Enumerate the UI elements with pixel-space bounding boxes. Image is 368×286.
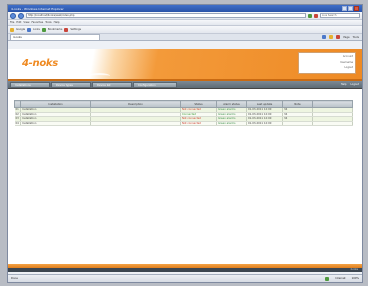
user-info-box: Account Username Logout [298,52,356,74]
col-note[interactable]: Note [282,100,313,108]
close-button[interactable] [354,6,359,11]
col-description[interactable]: Description [90,100,181,108]
empty-cell [180,240,217,246]
menu-tools[interactable]: Tools [45,21,51,24]
home-icon[interactable] [322,35,327,39]
internet-zone-icon [325,276,330,281]
maximize-button[interactable] [348,6,353,11]
empty-cell [246,240,283,246]
tab-strip: 4-noks Page Tools [8,34,362,41]
zoom-level[interactable]: 100% [352,277,359,280]
nav-installations[interactable]: Installations [10,81,50,88]
app-logo: 4-noks [22,58,58,69]
nav-logout[interactable]: Logout [350,83,359,86]
page-menu[interactable]: Page [343,36,349,39]
toolbar: Google Links Bookmarks Settings [8,26,362,34]
title-bar: 4-noks - Windows Internet Explorer [8,5,362,12]
menu-help[interactable]: Help [54,21,60,24]
feed-icon[interactable] [329,35,334,39]
window-title: 4-noks - Windows Internet Explorer [11,6,64,11]
bookmark-links[interactable]: Links [33,28,40,31]
browser-window: 4-noks - Windows Internet Explorer http:… [7,4,363,283]
bookmark-bookmarks[interactable]: Bookmarks [48,28,63,31]
logo-swoosh [88,73,110,79]
nav-device-types[interactable]: Device types [51,81,91,88]
app-header: 4-noks Account Username Logout [8,49,362,81]
col-extra[interactable] [312,100,353,108]
empty-cell [90,240,181,246]
back-icon[interactable] [10,12,16,19]
menu-edit[interactable]: Edit [16,21,21,24]
info-logout[interactable]: Logout [301,65,353,71]
stop-icon[interactable] [314,13,318,18]
nav-help[interactable]: Help [341,83,347,86]
col-last-update[interactable]: Last update [246,100,283,108]
empty-cell [312,240,353,246]
status-text: Done [11,277,18,280]
table-header-row: Installation Description Status Alarm st… [14,100,353,108]
installations-table: Installation Description Status Alarm st… [14,100,353,260]
search-input[interactable]: Live Search [320,13,360,18]
menu-favorites[interactable]: Favorites [32,21,44,24]
menu-view[interactable]: View [23,21,29,24]
forward-icon[interactable] [18,12,24,19]
address-bar[interactable]: http://localhost/4noks/web/index.php [26,13,306,18]
nav-configuration[interactable]: Configuration [133,81,177,88]
empty-cell [20,240,91,246]
empty-row [14,240,353,246]
col-status[interactable]: Status [180,100,217,108]
refresh-icon[interactable] [308,13,312,18]
web-page: 4-noks Account Username Logout Installat… [8,49,362,272]
browser-tab[interactable]: 4-noks [10,34,100,40]
tools-menu[interactable]: Tools [353,36,359,39]
empty-cell [216,240,247,246]
status-bar: Done Internet 100% [8,274,362,282]
app-nav: Installations Device types Device list C… [8,81,362,89]
footer-bar: 4-noks [8,268,362,272]
globe-icon [27,27,32,32]
print-icon[interactable] [336,35,341,39]
bookmark-settings[interactable]: Settings [70,28,81,31]
star-icon[interactable] [10,27,14,32]
zone-label: Internet [335,277,346,280]
bookmark-google[interactable]: Google [16,28,25,31]
settings-icon [64,27,69,32]
nav-device-list[interactable]: Device list [92,81,132,88]
col-installation[interactable]: Installation [20,100,91,108]
navigation-bar: http://localhost/4noks/web/index.php Liv… [8,12,362,20]
col-alarm-status[interactable]: Alarm status [216,100,247,108]
empty-cell [282,240,313,246]
bookmark-icon [41,27,46,32]
menu-file[interactable]: File [10,21,14,24]
minimize-button[interactable] [342,6,347,11]
